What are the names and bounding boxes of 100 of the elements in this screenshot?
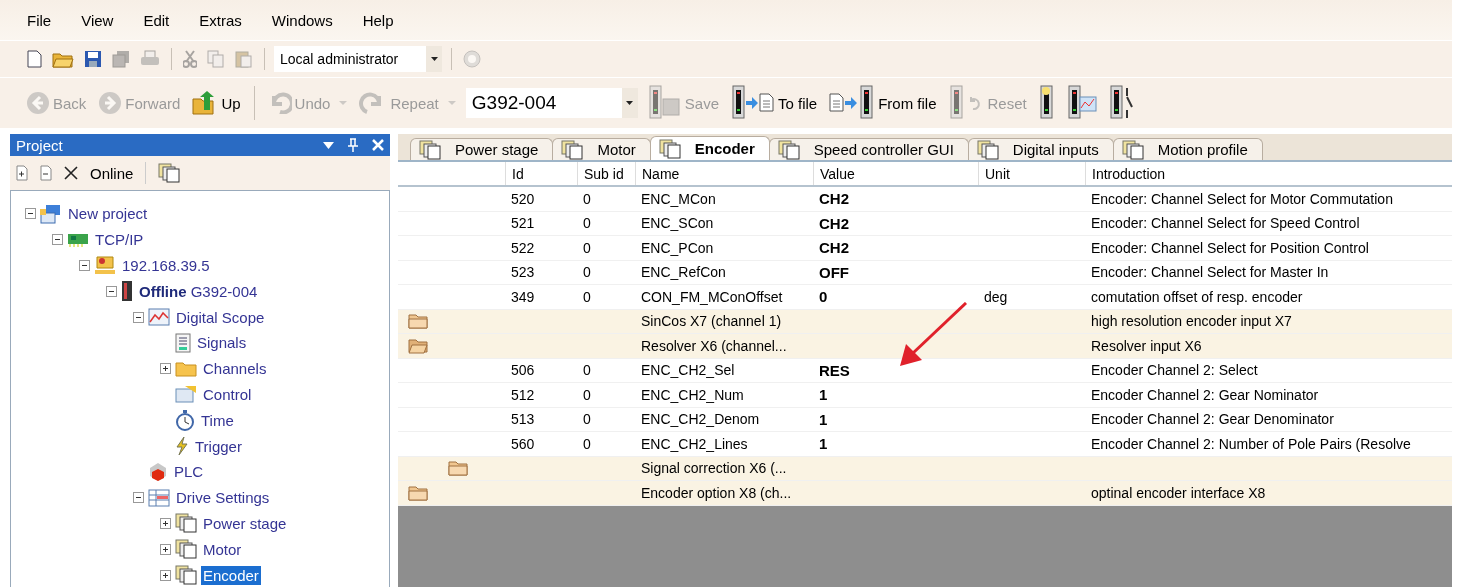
group-row[interactable]: Resolver X6 (channel... Resolver input X6	[398, 334, 1452, 359]
delete-button[interactable]	[64, 166, 78, 180]
tab[interactable]: Motor	[552, 138, 651, 160]
collapse-toggle[interactable]	[79, 260, 90, 271]
expand-toggle[interactable]	[160, 363, 171, 375]
combo-box[interactable]: G392-004	[465, 88, 638, 118]
chart-icon	[148, 308, 170, 327]
tab[interactable]: Speed controller GUI	[768, 138, 969, 160]
value-cell-text: CH2	[818, 213, 850, 234]
column-header[interactable]: Id	[505, 162, 577, 185]
tree-item[interactable]: Channels	[201, 359, 269, 379]
menu-item[interactable]: Windows	[271, 11, 333, 29]
expand-toggle[interactable]	[160, 517, 171, 529]
table-row[interactable]: 512 0 ENC_CH2_Num 1 Encoder Channel 2: Gear Nominator	[398, 383, 1452, 408]
table-row[interactable]: 522 0 ENC_PCon CH2 Encoder: Channel Select for Position Control	[398, 236, 1452, 261]
tree-item[interactable]: PLC	[172, 462, 206, 482]
group-row[interactable]: SinCos X7 (channel 1) high resolution encoder input X7	[398, 309, 1452, 334]
tab[interactable]: Digital inputs	[967, 138, 1114, 160]
id-cell-text: 349	[510, 287, 536, 307]
tree-item[interactable]: Offline G392-004	[137, 281, 260, 301]
window-icon	[175, 385, 197, 404]
table-row[interactable]: 506 0 ENC_CH2_Sel RES Encoder Channel 2: Select	[398, 358, 1452, 383]
toolbar-button[interactable]: Up	[190, 90, 243, 116]
collapse-toggle[interactable]	[106, 285, 117, 297]
menu-item[interactable]: Edit	[143, 11, 170, 29]
drive-chart-icon	[1066, 85, 1097, 121]
group-name-cell-text: Encoder option X8 (ch...	[640, 483, 793, 503]
unit-cell-text: deg	[983, 287, 1009, 307]
pages-icon	[658, 138, 681, 159]
menu-item[interactable]: File	[27, 11, 52, 29]
name-cell-text: ENC_CH2_Lines	[640, 434, 749, 454]
id-cell-text: 560	[510, 434, 536, 454]
column-header[interactable]: Introduction	[1085, 162, 1452, 185]
menu-item[interactable]: View	[81, 11, 114, 29]
group-row[interactable]: Signal correction X6 (...	[398, 456, 1452, 481]
group-row[interactable]: Encoder option X8 (ch... optinal encoder interface X8	[398, 481, 1452, 506]
tree-item[interactable]: Encoder	[201, 565, 261, 585]
collapse-all-button[interactable]	[40, 165, 52, 181]
collapse-toggle[interactable]	[133, 311, 144, 323]
pages-button[interactable]	[158, 163, 181, 183]
tab[interactable]: Motion profile	[1112, 138, 1263, 160]
tree-item[interactable]: Trigger	[193, 436, 244, 456]
online-button[interactable]: Online	[90, 164, 134, 182]
table-row[interactable]: 349 0 CON_FM_MConOffset 0 deg comutation offset of resp. encoder	[398, 285, 1452, 310]
name-cell-text: ENC_CH2_Num	[640, 385, 745, 405]
tree-item[interactable]: Motor	[201, 539, 244, 559]
tree-item[interactable]: Signals	[195, 333, 249, 353]
sub-id-cell-text: 0	[582, 385, 592, 405]
menu-item[interactable]: Help	[362, 11, 394, 29]
tree-item[interactable]: Digital Scope	[174, 307, 267, 327]
combo-box[interactable]: Local administrator	[274, 46, 442, 72]
network-icon	[40, 203, 62, 224]
collapse-toggle[interactable]	[25, 208, 36, 220]
tab[interactable]: Power stage	[410, 138, 554, 160]
forward-icon	[98, 91, 123, 115]
collapse-toggle[interactable]	[133, 492, 144, 504]
file-to-drive-icon	[829, 85, 876, 121]
tree-item[interactable]: Control	[201, 384, 254, 404]
tree-item[interactable]: 192.168.39.5	[120, 256, 212, 275]
table-row[interactable]: 560 0 ENC_CH2_Lines 1 Encoder Channel 2: Number of Pole Pairs (Resolve	[398, 432, 1452, 457]
description-cell-text: Encoder: Channel Select for Speed Control	[1090, 214, 1361, 234]
name-cell-text: ENC_CH2_Sel	[640, 361, 736, 381]
page-plus-icon	[16, 165, 28, 181]
toolbar-button[interactable]: To file	[729, 85, 820, 121]
pin-icon	[348, 138, 358, 152]
table-row[interactable]: 521 0 ENC_SCon CH2 Encoder: Channel Select for Speed Control	[398, 211, 1452, 236]
tree-item[interactable]: TCP/IP	[93, 230, 146, 250]
pages-icon	[419, 139, 441, 160]
expand-toggle[interactable]	[160, 569, 171, 581]
group-name-cell-text: Signal correction X6 (...	[640, 459, 788, 479]
close-icon	[372, 139, 384, 151]
table-row[interactable]: 523 0 ENC_RefCon OFF Encoder: Channel Select for Master In	[398, 260, 1452, 285]
tree-item[interactable]: New project	[66, 204, 150, 224]
dropdown-arrow-icon	[323, 141, 334, 149]
description-cell-text: high resolution encoder input X7	[1090, 312, 1293, 332]
drive-disk-icon	[647, 85, 682, 121]
toolbar-icon-button[interactable]	[82, 50, 104, 68]
expand-all-button[interactable]	[16, 165, 28, 181]
value-cell-text: CH2	[818, 189, 850, 210]
column-header[interactable]: Sub id	[577, 162, 635, 185]
computer-icon	[94, 255, 116, 276]
description-cell-text: Encoder Channel 2: Select	[1090, 361, 1259, 381]
column-header[interactable]: Value	[813, 162, 978, 185]
column-header[interactable]: Unit	[978, 162, 1085, 185]
list-icon	[175, 332, 191, 353]
tab[interactable]: Encoder	[649, 136, 770, 160]
table-row[interactable]: 520 0 ENC_MCon CH2 Encoder: Channel Select for Motor Commutation	[398, 187, 1452, 212]
tree-item[interactable]: Power stage	[201, 513, 289, 533]
group-name-cell-text: Resolver X6 (channel...	[640, 336, 788, 356]
folder-icon	[175, 360, 197, 377]
column-header[interactable]: Name	[635, 162, 813, 185]
collapse-toggle[interactable]	[52, 234, 63, 246]
expand-toggle[interactable]	[160, 543, 171, 555]
tree-item[interactable]: Time	[199, 410, 236, 430]
table-row[interactable]: 513 0 ENC_CH2_Denom 1 Encoder Channel 2: Gear Denominator	[398, 407, 1452, 432]
printer-icon	[140, 50, 160, 68]
menu-item[interactable]: Extras	[199, 11, 242, 29]
drive-icon	[121, 280, 133, 303]
tree-item[interactable]: Drive Settings	[174, 488, 272, 508]
toolbar-button[interactable]: From file	[827, 85, 939, 121]
